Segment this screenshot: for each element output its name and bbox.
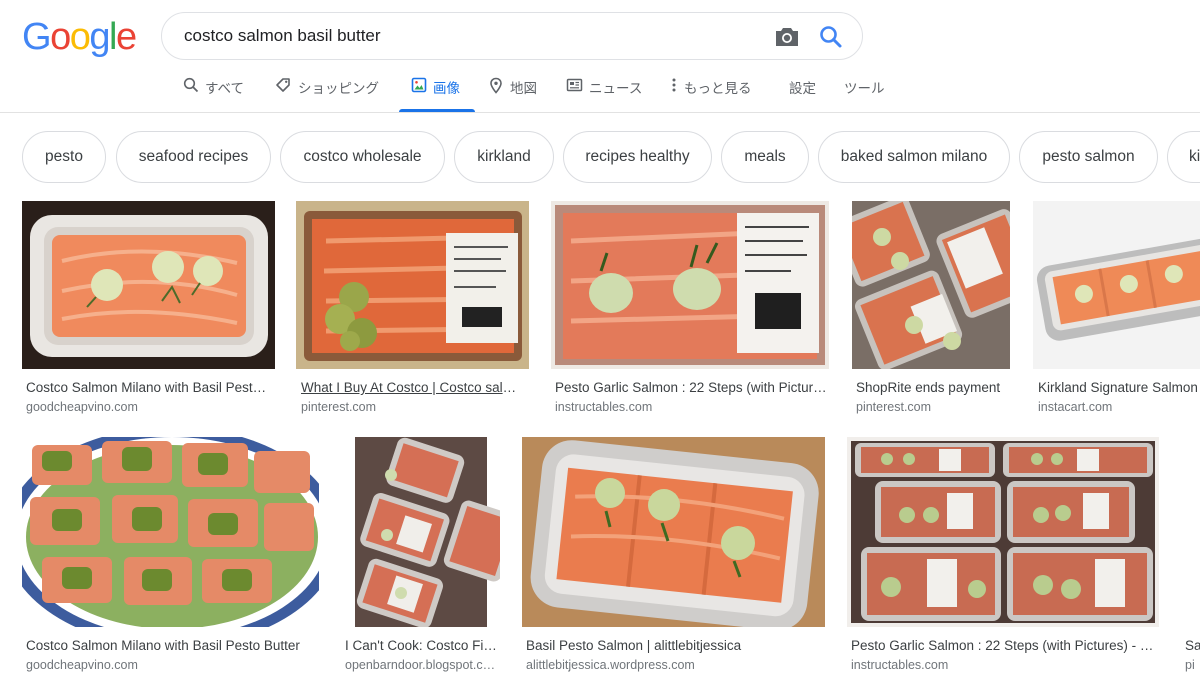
image-result[interactable]: I Can't Cook: Costco Finds openbarndoor.… [341, 437, 500, 677]
logo-letter: o [69, 16, 91, 58]
tab-label: 画像 [433, 81, 460, 97]
result-thumbnail[interactable] [22, 201, 275, 369]
chip-baked-salmon-milano[interactable]: baked salmon milano [818, 131, 1010, 183]
more-vert-icon [672, 78, 676, 92]
chip-meals[interactable]: meals [721, 131, 809, 183]
chip-label: recipes healthy [585, 148, 690, 165]
tab-all[interactable]: すべて [183, 72, 244, 112]
result-source[interactable]: instacart.com [1038, 400, 1200, 414]
chip-recipes-healthy[interactable]: recipes healthy [563, 131, 712, 183]
chip-label: meals [744, 148, 786, 165]
tab-news[interactable]: ニュース [566, 72, 642, 112]
result-title[interactable]: Pesto Garlic Salmon : 22 Steps (with Pic… [555, 380, 827, 395]
result-title[interactable]: Basil Pesto Salmon | alittlebitjessica [526, 638, 822, 653]
result-source[interactable]: alittlebitjessica.wordpress.com [526, 658, 822, 672]
result-source[interactable]: pi [1185, 658, 1200, 672]
result-source[interactable]: pinterest.com [301, 400, 519, 414]
tab-label: もっと見る [684, 81, 752, 97]
search-tabs: すべて ショッピング 画像 地図 ニュース もっと見る 設定 ツール [0, 72, 1200, 112]
result-title[interactable]: ShopRite ends payment [856, 380, 1010, 395]
search-input[interactable] [184, 22, 744, 50]
chip-costco-wholesale[interactable]: costco wholesale [280, 131, 445, 183]
tab-more[interactable]: もっと見る [670, 72, 752, 112]
chip-label: kirkland [477, 148, 531, 165]
result-title[interactable]: Kirkland Signature Salmon [1038, 380, 1200, 395]
logo-letter: G [22, 16, 52, 58]
search-icon [183, 77, 199, 93]
chip-label: costco wholesale [303, 148, 422, 165]
result-title[interactable]: Sa [1185, 638, 1200, 653]
camera-icon [776, 28, 798, 46]
image-result[interactable]: Basil Pesto Salmon | alittlebitjessica a… [522, 437, 825, 677]
image-result[interactable]: Sa pi [1181, 437, 1200, 677]
search-button[interactable] [817, 23, 845, 51]
result-title[interactable]: Costco Salmon Milano with Basil Pesto Bu… [26, 380, 271, 395]
result-source[interactable]: instructables.com [851, 658, 1157, 672]
result-thumbnail[interactable] [551, 201, 829, 369]
result-thumbnail[interactable] [296, 201, 529, 369]
chip-label: pesto salmon [1042, 148, 1135, 165]
chip-pesto[interactable]: pesto [22, 131, 106, 183]
logo-letter: e [115, 16, 137, 58]
image-result[interactable]: Pesto Garlic Salmon : 22 Steps (with Pic… [551, 201, 829, 416]
tab-maps[interactable]: 地図 [488, 72, 537, 112]
magnifier-icon [820, 26, 842, 48]
result-title[interactable]: I Can't Cook: Costco Finds [345, 638, 497, 653]
logo-letter: l [108, 16, 117, 58]
result-source[interactable]: goodcheapvino.com [26, 658, 316, 672]
tab-shopping[interactable]: ショッピング [275, 72, 379, 112]
tab-label: 設定 [789, 81, 816, 97]
logo-letter: g [89, 16, 110, 58]
result-thumbnail[interactable] [22, 437, 319, 627]
chip-label: ki [1189, 148, 1200, 165]
tab-label: ツール [844, 81, 885, 97]
result-source[interactable]: goodcheapvino.com [26, 400, 271, 414]
chip-label: baked salmon milano [840, 148, 988, 165]
result-thumbnail[interactable] [522, 437, 825, 627]
news-icon [566, 78, 583, 92]
tab-settings[interactable]: 設定 [789, 72, 816, 112]
result-source[interactable]: openbarndoor.blogspot.com [345, 658, 497, 672]
chip-pesto-salmon[interactable]: pesto salmon [1019, 131, 1158, 183]
image-result[interactable]: ShopRite ends payment pinterest.com [852, 201, 1010, 416]
result-thumbnail[interactable] [1181, 437, 1200, 627]
header-divider [0, 112, 1200, 113]
image-result[interactable]: Costco Salmon Milano with Basil Pesto Bu… [22, 201, 275, 416]
result-thumbnail[interactable] [847, 437, 1159, 627]
result-source[interactable]: pinterest.com [856, 400, 1010, 414]
tab-images[interactable]: 画像 [411, 72, 460, 112]
tab-tools[interactable]: ツール [844, 72, 885, 112]
result-thumbnail[interactable] [1033, 201, 1200, 369]
tab-label: ショッピング [298, 81, 379, 97]
logo-letter: o [50, 16, 71, 58]
result-thumbnail[interactable] [852, 201, 1010, 369]
map-pin-icon [490, 77, 502, 94]
google-logo[interactable]: Google [22, 16, 137, 59]
tab-label: 地図 [510, 81, 537, 97]
chip-label: pesto [45, 148, 83, 165]
result-title[interactable]: Pesto Garlic Salmon : 22 Steps (with Pic… [851, 638, 1157, 653]
result-title[interactable]: What I Buy At Costco | Costco salmon [301, 380, 519, 395]
result-title[interactable]: Costco Salmon Milano with Basil Pesto Bu… [26, 638, 316, 653]
image-result[interactable]: Costco Salmon Milano with Basil Pesto Bu… [22, 437, 319, 677]
tab-label: ニュース [589, 81, 643, 97]
chip-kirkland[interactable]: kirkland [454, 131, 554, 183]
image-result[interactable]: Kirkland Signature Salmon instacart.com [1033, 201, 1200, 416]
result-source[interactable]: instructables.com [555, 400, 827, 414]
image-result[interactable]: What I Buy At Costco | Costco salmon pin… [296, 201, 529, 416]
result-thumbnail[interactable] [341, 437, 500, 627]
search-box [161, 12, 863, 60]
chip-label: seafood recipes [138, 148, 249, 165]
chip-seafood-recipes[interactable]: seafood recipes [116, 131, 271, 183]
tag-icon [276, 78, 290, 92]
camera-search-button[interactable] [773, 24, 801, 50]
image-icon [411, 77, 427, 93]
chip-partial[interactable]: ki [1167, 131, 1200, 183]
tab-label: すべて [205, 81, 245, 97]
image-result[interactable]: Pesto Garlic Salmon : 22 Steps (with Pic… [847, 437, 1159, 677]
